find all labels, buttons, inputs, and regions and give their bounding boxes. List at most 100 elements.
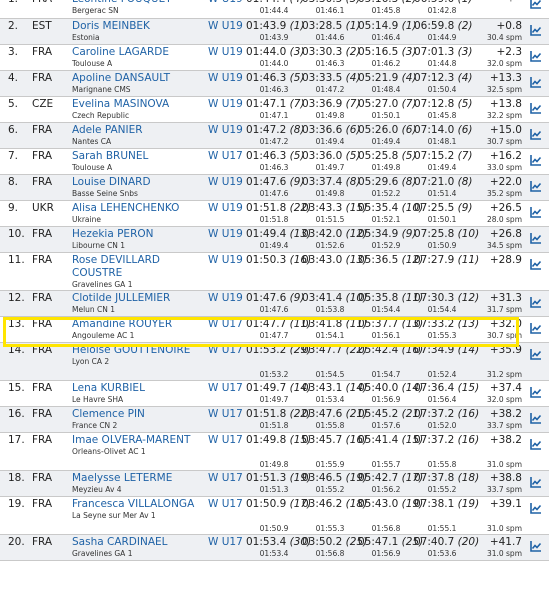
line-chart-icon[interactable] [529,180,542,192]
category-link[interactable]: W U17 [208,342,246,381]
line-chart-icon[interactable] [529,50,542,62]
category-link[interactable]: W U17 [208,432,246,471]
chart-button[interactable] [522,432,549,471]
chart-button[interactable] [522,174,549,201]
chart-button[interactable] [522,96,549,123]
chart-button[interactable] [522,252,549,291]
chart-button[interactable] [522,70,549,97]
line-chart-icon[interactable] [529,258,542,270]
line-chart-icon[interactable] [529,24,542,36]
athlete-name-link[interactable]: Rose DEVILLARD COUSTRE [72,254,208,280]
line-chart-icon[interactable] [529,348,542,360]
split-time: 03:30.3 [302,45,343,58]
athlete-name-link[interactable]: Alisa LEHENCHENKO [72,202,208,215]
nation: FRA [32,174,72,201]
athlete-name-link[interactable]: Evelina MASINOVA [72,98,208,111]
athlete-name-link[interactable]: Lena KURBIEL [72,382,208,395]
chart-button[interactable] [522,0,549,19]
split-time-line: 07:15.2 (7) [414,150,473,163]
athlete-name-link[interactable]: Hezekia PERON [72,228,208,241]
category-link[interactable]: W U19 [208,122,246,149]
athlete-name-link[interactable]: Apoline DANSAULT [72,72,208,85]
split-cell: 07:40.7 (20) 01:53.6 [414,534,479,561]
category-link[interactable]: W U17 [208,406,246,433]
split-time-line: 03:47.6 (21) [302,408,367,421]
category-link[interactable]: W U19 [208,96,246,123]
athlete-name-link[interactable]: Maelysse LETERME [72,472,208,485]
chart-button[interactable] [522,470,549,497]
athlete-name-link[interactable]: Amandine ROUYER [72,318,208,331]
split-time: 05:35.8 [358,291,399,304]
chart-button[interactable] [522,44,549,71]
chart-button[interactable] [522,342,549,381]
line-chart-icon[interactable] [529,102,542,114]
athlete-name-link[interactable]: Clotilde JULLEMIER [72,292,208,305]
club-name: La Seyne sur Mer Av 1 [72,510,156,520]
category-link[interactable]: W U17 [208,148,246,175]
category-link[interactable]: W U19 [208,44,246,71]
athlete-name-link[interactable]: Sarah BRUNEL [72,150,208,163]
category-link[interactable]: W U17 [208,316,246,343]
category-link[interactable]: W U17 [208,534,246,561]
category-link[interactable]: W U19 [208,226,246,253]
split-time-line: 05:26.0 (6) [358,124,417,137]
category-link[interactable]: W U17 [208,380,246,407]
chart-button[interactable] [522,226,549,253]
category-link[interactable]: W U19 [208,18,246,45]
line-chart-icon[interactable] [529,76,542,88]
chart-button[interactable] [522,496,549,535]
split-time-line: 07:25.5 (9) [414,202,473,215]
split-lap-time: 01:51.8 [259,214,289,224]
athlete-name-link[interactable]: Imae OLVERA-MARENT [72,434,208,447]
split-cell: 05:41.4 (15) 01:55.7 [358,432,423,471]
athlete-name-link[interactable]: Clemence PIN [72,408,208,421]
rank: 6. [0,122,32,149]
category-link[interactable]: W U19 [208,0,246,19]
line-chart-icon[interactable] [529,438,542,450]
athlete-name-link[interactable]: Adele PANIER [72,124,208,137]
line-chart-icon[interactable] [529,386,542,398]
athlete-name-link[interactable]: Doris MEINBEK [72,20,208,33]
category-link[interactable]: W U17 [208,470,246,497]
line-chart-icon[interactable] [529,0,542,9]
athlete-name-link[interactable]: Francesca VILLALONGA [72,498,208,511]
chart-button[interactable] [522,380,549,407]
split-time-line: 03:46.2 (18) [302,498,367,511]
line-chart-icon[interactable] [529,154,542,166]
chart-button[interactable] [522,290,549,317]
line-chart-icon[interactable] [529,412,542,424]
split-time-line: 07:38.1 (19) [414,498,479,511]
line-chart-icon[interactable] [529,232,542,244]
split-cell: 01:51.8 (22) 01:51.8 [246,406,311,433]
category-link[interactable]: W U19 [208,70,246,97]
chart-button[interactable] [522,148,549,175]
category-link[interactable]: W U19 [208,290,246,317]
split-cell: 05:47.1 (25) 01:56.9 [358,534,423,561]
split-cell: 01:46.3 (5) 01:46.3 [246,148,305,175]
line-chart-icon[interactable] [529,206,542,218]
line-chart-icon[interactable] [529,296,542,308]
chart-button[interactable] [522,534,549,561]
line-chart-icon[interactable] [529,502,542,514]
line-chart-icon[interactable] [529,322,542,334]
chart-button[interactable] [522,18,549,45]
athlete-name-link[interactable]: Sasha CARDINAEL [72,536,208,549]
split-cell: 03:28.5 (1) 01:44.6 [302,18,361,45]
category-link[interactable]: W U17 [208,496,246,535]
category-link[interactable]: W U19 [208,174,246,201]
category-link[interactable]: W U19 [208,200,246,227]
chart-button[interactable] [522,406,549,433]
chart-button[interactable] [522,200,549,227]
split-time-line: 05:43.0 (19) [358,498,423,511]
athlete-name-link[interactable]: Louise DINARD [72,176,208,189]
line-chart-icon[interactable] [529,540,542,552]
athlete-name-link[interactable]: Heloise GOUTTENOIRE [72,344,208,357]
line-chart-icon[interactable] [529,128,542,140]
athlete-name-link[interactable]: Caroline LAGARDE [72,46,208,59]
stroke-rate: 31.7 spm [486,304,522,314]
chart-button[interactable] [522,122,549,149]
chart-button[interactable] [522,316,549,343]
category-link[interactable]: W U19 [208,252,246,291]
line-chart-icon[interactable] [529,476,542,488]
split-cell: 07:36.4 (15) 01:56.4 [414,380,479,407]
